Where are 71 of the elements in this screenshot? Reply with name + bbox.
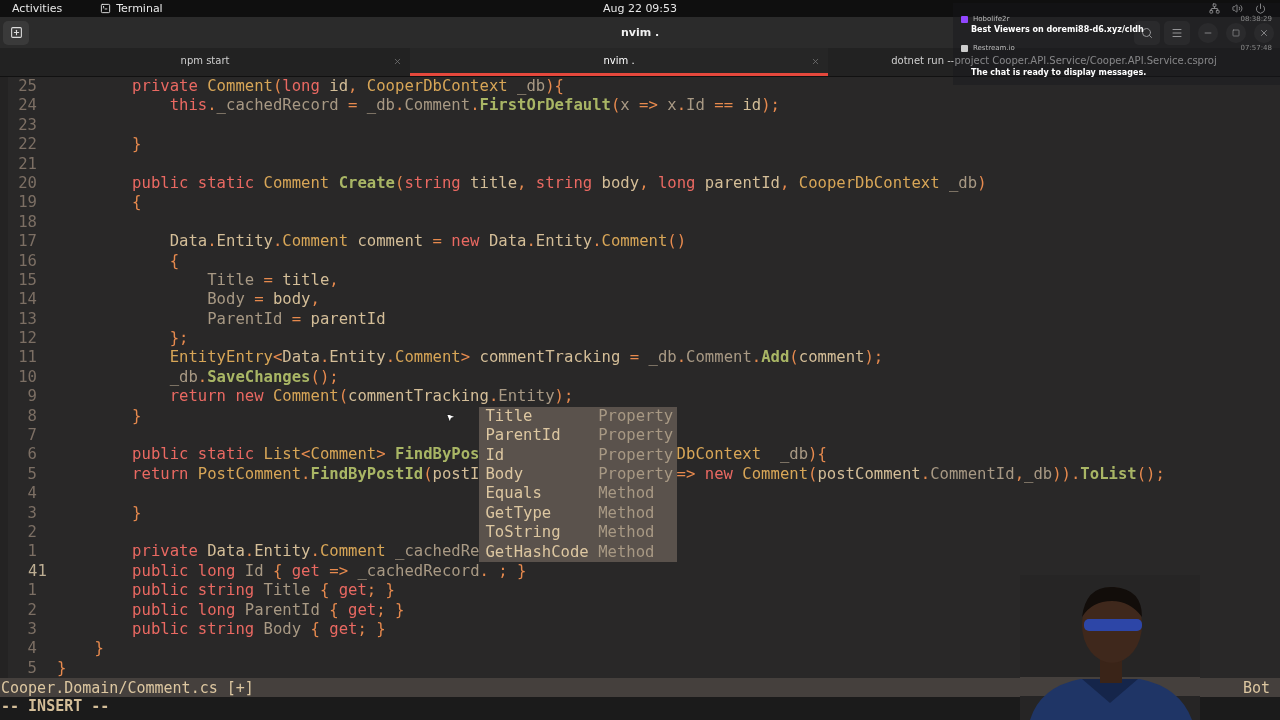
code-line: public long Id { get => _cachedRecord. ; } (131, 561, 527, 582)
line-number: 10 (0, 367, 47, 388)
line-number: 2 (0, 523, 47, 543)
completion-kind: Property (598, 426, 674, 446)
line-number: 21 (0, 154, 47, 174)
line-number: 5 (0, 464, 47, 485)
line-number: 25 (0, 77, 47, 97)
line-number: 1 (0, 542, 47, 562)
completion-kind: Method (598, 542, 656, 563)
line-number: 4 (0, 484, 47, 504)
window-title: nvim . (620, 26, 660, 39)
chat-message: Best Viewers on doremi88-d6.xyz/cldh (971, 25, 1144, 34)
completion-kind: Method (598, 484, 656, 504)
code-line: } (131, 135, 142, 155)
code-line: } (93, 639, 104, 659)
line-number: 16 (0, 251, 47, 271)
line-number: 6 (0, 445, 47, 465)
line-number: 14 (0, 290, 47, 310)
code-line: DbContext _db){ (676, 445, 827, 465)
code-line: this._cachedRecord = _db.Comment.FirstOrDefault(x => x.Id == id); (168, 96, 780, 116)
line-number: 12 (0, 329, 47, 349)
code-line: Title = title, (206, 270, 339, 291)
line-number: 17 (0, 232, 47, 252)
code-line: private Comment(long id, CooperDbContext _db){ (131, 77, 564, 97)
mode-indicator: -- INSERT -- (0, 697, 111, 716)
line-number: 4 (0, 639, 47, 659)
code-line: EntityEntry<Data.Entity.Comment> commentTracking = _db.Comment.Add(comment); (168, 348, 884, 368)
code-line: public static Comment Create(string title, string body, long parentId, CooperDbContext _db) (131, 173, 987, 194)
line-number: 7 (0, 426, 47, 446)
line-number: 20 (0, 173, 47, 194)
code-line: Data.Entity.Comment comment = new Data.Entity.Comment() (168, 232, 687, 252)
code-line: => new Comment(postComment.CommentId,_db)).ToList(); (676, 464, 1165, 485)
line-number: 18 (0, 212, 47, 233)
code-line: _db.SaveChanges(); (168, 367, 339, 388)
line-number: 1 (0, 581, 47, 601)
code-line: public string Body { get; } (131, 619, 386, 640)
code-line: } (57, 658, 67, 679)
scroll-position: Bot (1242, 678, 1270, 697)
line-number: 23 (0, 115, 47, 136)
line-number: 11 (0, 348, 47, 368)
code-line: return new Comment(commentTracking.Entity); (168, 387, 574, 407)
completion-kind: Property (598, 406, 674, 427)
line-number: 24 (0, 96, 47, 116)
line-number: 19 (0, 193, 47, 213)
completion-kind: Property (598, 445, 674, 465)
code-line: ParentId = parentId (206, 309, 386, 330)
line-number: 2 (0, 600, 47, 620)
code-line: } (131, 406, 142, 427)
line-number: 15 (0, 270, 47, 291)
line-number: 9 (0, 387, 47, 407)
file-name: Cooper.Domain/Comment.cs [+] (1, 678, 254, 697)
code-line: return PostComment.FindByPostId(postI (131, 464, 480, 485)
code-line: } (131, 503, 142, 523)
code-line: public string Title { get; } (131, 581, 395, 601)
line-number: 41 (0, 561, 47, 582)
completion-kind: Property (598, 465, 674, 485)
line-number: 3 (0, 619, 47, 640)
completion-kind: Method (598, 503, 656, 524)
line-number: 13 (0, 309, 47, 330)
code-line: { (131, 193, 142, 213)
code-line: public static List<Comment> FindByPos (131, 445, 480, 465)
line-number: 22 (0, 135, 47, 155)
code-line: private Data.Entity.Comment _cachedRe (131, 542, 480, 562)
line-number: 3 (0, 503, 47, 523)
line-number: 8 (0, 406, 47, 427)
code-line: { (168, 251, 180, 271)
completion-kind: Method (598, 523, 656, 543)
code-line: Body = body, (206, 290, 320, 310)
chat-message: The chat is ready to display messages. (971, 68, 1147, 77)
code-line: public long ParentId { get; } (131, 600, 405, 620)
code-line: }; (168, 329, 189, 349)
